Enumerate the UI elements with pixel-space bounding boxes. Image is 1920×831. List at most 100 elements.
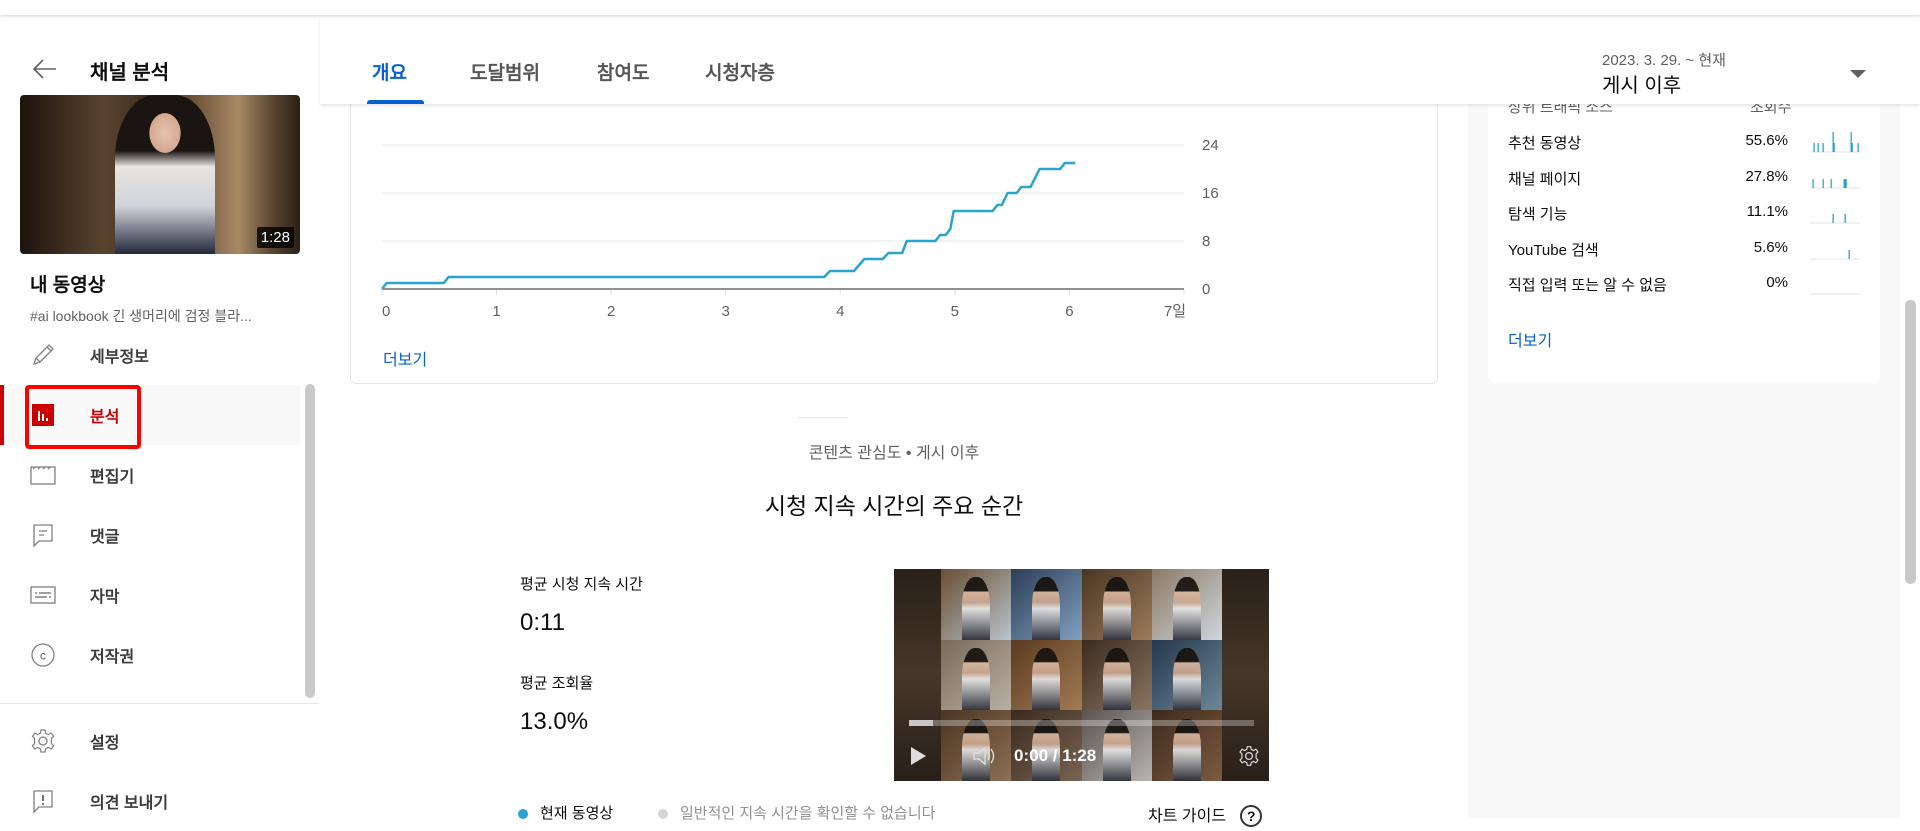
traffic-source-name: YouTube 검색 <box>1508 241 1599 259</box>
chart-guide-button[interactable]: 차트 가이드 ? <box>1148 802 1263 827</box>
legend-typical-label: 일반적인 지속 시간을 확인할 수 없습니다 <box>680 805 936 822</box>
y-tick-label: 24 <box>1202 137 1219 154</box>
sidebar-item-label: 설정 <box>90 735 120 752</box>
sidebar-item-label: 저작권 <box>90 649 135 666</box>
date-range-label: 게시 이후 <box>1602 75 1682 97</box>
browser-top-edge <box>0 0 1920 15</box>
interest-subtitle: 콘텐츠 관심도 • 게시 이후 <box>808 445 980 462</box>
tab-engagement[interactable]: 참여도 <box>597 58 649 85</box>
x-tick-label: 3 <box>722 303 730 320</box>
x-tick-label: 0 <box>382 303 390 320</box>
sidebar-item-label: 의견 보내기 <box>90 795 169 812</box>
x-tick-label: 7일 <box>1164 303 1186 320</box>
copyright-icon: c <box>30 642 56 668</box>
sparkline-bar <box>1830 178 1832 188</box>
main-content: 0 8 16 24 0 1 2 3 4 5 6 7일 더보기 콘텐츠 관심도 • 게시 이후 시청 지… <box>320 94 1468 827</box>
avg-view-duration-label: 평균 시청 지속 시간 <box>520 576 643 593</box>
sparkline-bar <box>1845 178 1847 188</box>
section-divider <box>798 417 848 418</box>
interest-title: 시청 지속 시간의 주요 순간 <box>764 493 1024 519</box>
traffic-source-name: 탐색 기능 <box>1508 206 1568 223</box>
video-thumbnail[interactable]: 1:28 <box>20 95 300 254</box>
video-player[interactable]: 0:00 / 1:28 <box>894 569 1269 781</box>
traffic-sparkline <box>1810 178 1860 188</box>
gear-icon <box>30 728 56 754</box>
analytics-icon <box>30 402 56 428</box>
sidebar-item-comments[interactable]: 댓글 <box>0 505 300 565</box>
date-range-dropdown[interactable]: 2023. 3. 29. ~ 현재 게시 이후 <box>1582 32 1882 97</box>
thumbnail-duration: 1:28 <box>256 227 294 248</box>
sidebar-item-settings[interactable]: 설정 <box>0 711 300 771</box>
sparkline-bar <box>1822 143 1824 152</box>
sparkline-bar <box>1844 214 1846 223</box>
player-progress-bar[interactable] <box>909 720 1254 726</box>
feedback-icon <box>30 788 56 814</box>
y-tick-label: 0 <box>1202 281 1210 298</box>
sparkline-bar <box>1822 178 1824 188</box>
traffic-source-percent: 5.6% <box>1753 238 1788 256</box>
sparkline-bar <box>1833 143 1835 152</box>
tab-overview[interactable]: 개요 <box>372 58 407 85</box>
play-icon <box>911 747 926 765</box>
traffic-sparkline <box>1810 214 1860 224</box>
y-tick-label: 8 <box>1202 233 1210 250</box>
back-button[interactable] <box>30 54 60 84</box>
subtitles-icon <box>30 582 56 608</box>
sparkline-bar <box>1857 143 1859 152</box>
pencil-icon <box>30 342 56 368</box>
thumbnail-figure <box>115 95 215 254</box>
x-tick-label: 5 <box>951 303 959 320</box>
traffic-sparkline <box>1810 249 1860 259</box>
x-tick-label: 2 <box>607 303 615 320</box>
right-panel: 상위 트래픽 소스 조회수 추천 동영상 55.6% 채널 페이지 27.8% 탐색 기… <box>1468 94 1900 818</box>
volume-button[interactable] <box>972 745 998 772</box>
sparkline-bar <box>1851 143 1853 152</box>
sidebar-item-label: 자막 <box>90 589 120 606</box>
traffic-source-name: 추천 동영상 <box>1508 135 1582 152</box>
traffic-sources-card: 상위 트래픽 소스 조회수 추천 동영상 55.6% 채널 페이지 27.8% 탐색 기… <box>1488 94 1880 383</box>
sidebar-item-label: 편집기 <box>90 469 135 486</box>
volume-icon <box>973 746 995 766</box>
player-settings-button[interactable] <box>1238 745 1260 772</box>
traffic-row: 직접 입력 또는 알 수 없음 0% <box>1508 274 1868 304</box>
sidebar-item-label: 분석 <box>90 409 120 426</box>
views-line-chart: 0 8 16 24 0 1 2 3 4 5 6 7일 <box>381 137 1219 320</box>
analytics-tabs-header: 개요 도달범위 참여도 시청자층 2023. 3. 29. ~ 현재 게시 이후 <box>320 16 1920 104</box>
sparkline-bar <box>1817 143 1819 152</box>
player-time: 0:00 / 1:28 <box>1014 746 1097 765</box>
sidebar-item-details[interactable]: 세부정보 <box>0 325 300 385</box>
traffic-row: 채널 페이지 27.8% <box>1508 168 1868 198</box>
tab-audience[interactable]: 시청자층 <box>705 58 775 85</box>
traffic-more-link[interactable]: 더보기 <box>1508 327 1552 351</box>
page-scrollbar[interactable] <box>1905 300 1916 584</box>
chart-guide-label: 차트 가이드 <box>1148 808 1227 825</box>
traffic-row: YouTube 검색 5.6% <box>1508 239 1868 269</box>
player-progress-fill <box>909 720 934 726</box>
sidebar-divider <box>0 703 318 704</box>
legend-current-label: 현재 동영상 <box>540 805 614 822</box>
date-range-text: 2023. 3. 29. ~ 현재 <box>1602 52 1726 69</box>
traffic-source-percent: 55.6% <box>1745 132 1788 149</box>
tab-reach[interactable]: 도달범위 <box>470 58 540 85</box>
editor-clapper-icon <box>30 462 56 488</box>
avg-view-rate-value: 13.0% <box>520 708 589 735</box>
sidebar-item-feedback[interactable]: 의견 보내기 <box>0 771 300 831</box>
help-icon: ? <box>1240 805 1263 827</box>
x-tick-label: 1 <box>492 303 500 320</box>
sparkline-bar <box>1832 214 1834 223</box>
sidebar-item-subtitles[interactable]: 자막 <box>0 565 300 625</box>
sidebar-item-editor[interactable]: 편집기 <box>0 445 300 505</box>
traffic-row: 추천 동영상 55.6% <box>1508 132 1868 162</box>
sidebar-item-analytics[interactable]: 분석 <box>0 385 300 445</box>
traffic-sparkline <box>1810 293 1860 295</box>
avg-view-rate-label: 평균 조회율 <box>520 675 594 692</box>
chart-more-link[interactable]: 더보기 <box>383 346 427 370</box>
play-button[interactable] <box>909 745 929 772</box>
sidebar-item-label: 댓글 <box>90 529 120 546</box>
arrow-left-icon <box>32 59 56 79</box>
sidebar-item-copyright[interactable]: c 저작권 <box>0 625 300 685</box>
series-line <box>381 161 1076 290</box>
traffic-source-percent: 0% <box>1766 274 1788 291</box>
legend-typical: 일반적인 지속 시간을 확인할 수 없습니다 <box>658 802 935 823</box>
sidebar-scrollbar[interactable] <box>305 384 315 698</box>
